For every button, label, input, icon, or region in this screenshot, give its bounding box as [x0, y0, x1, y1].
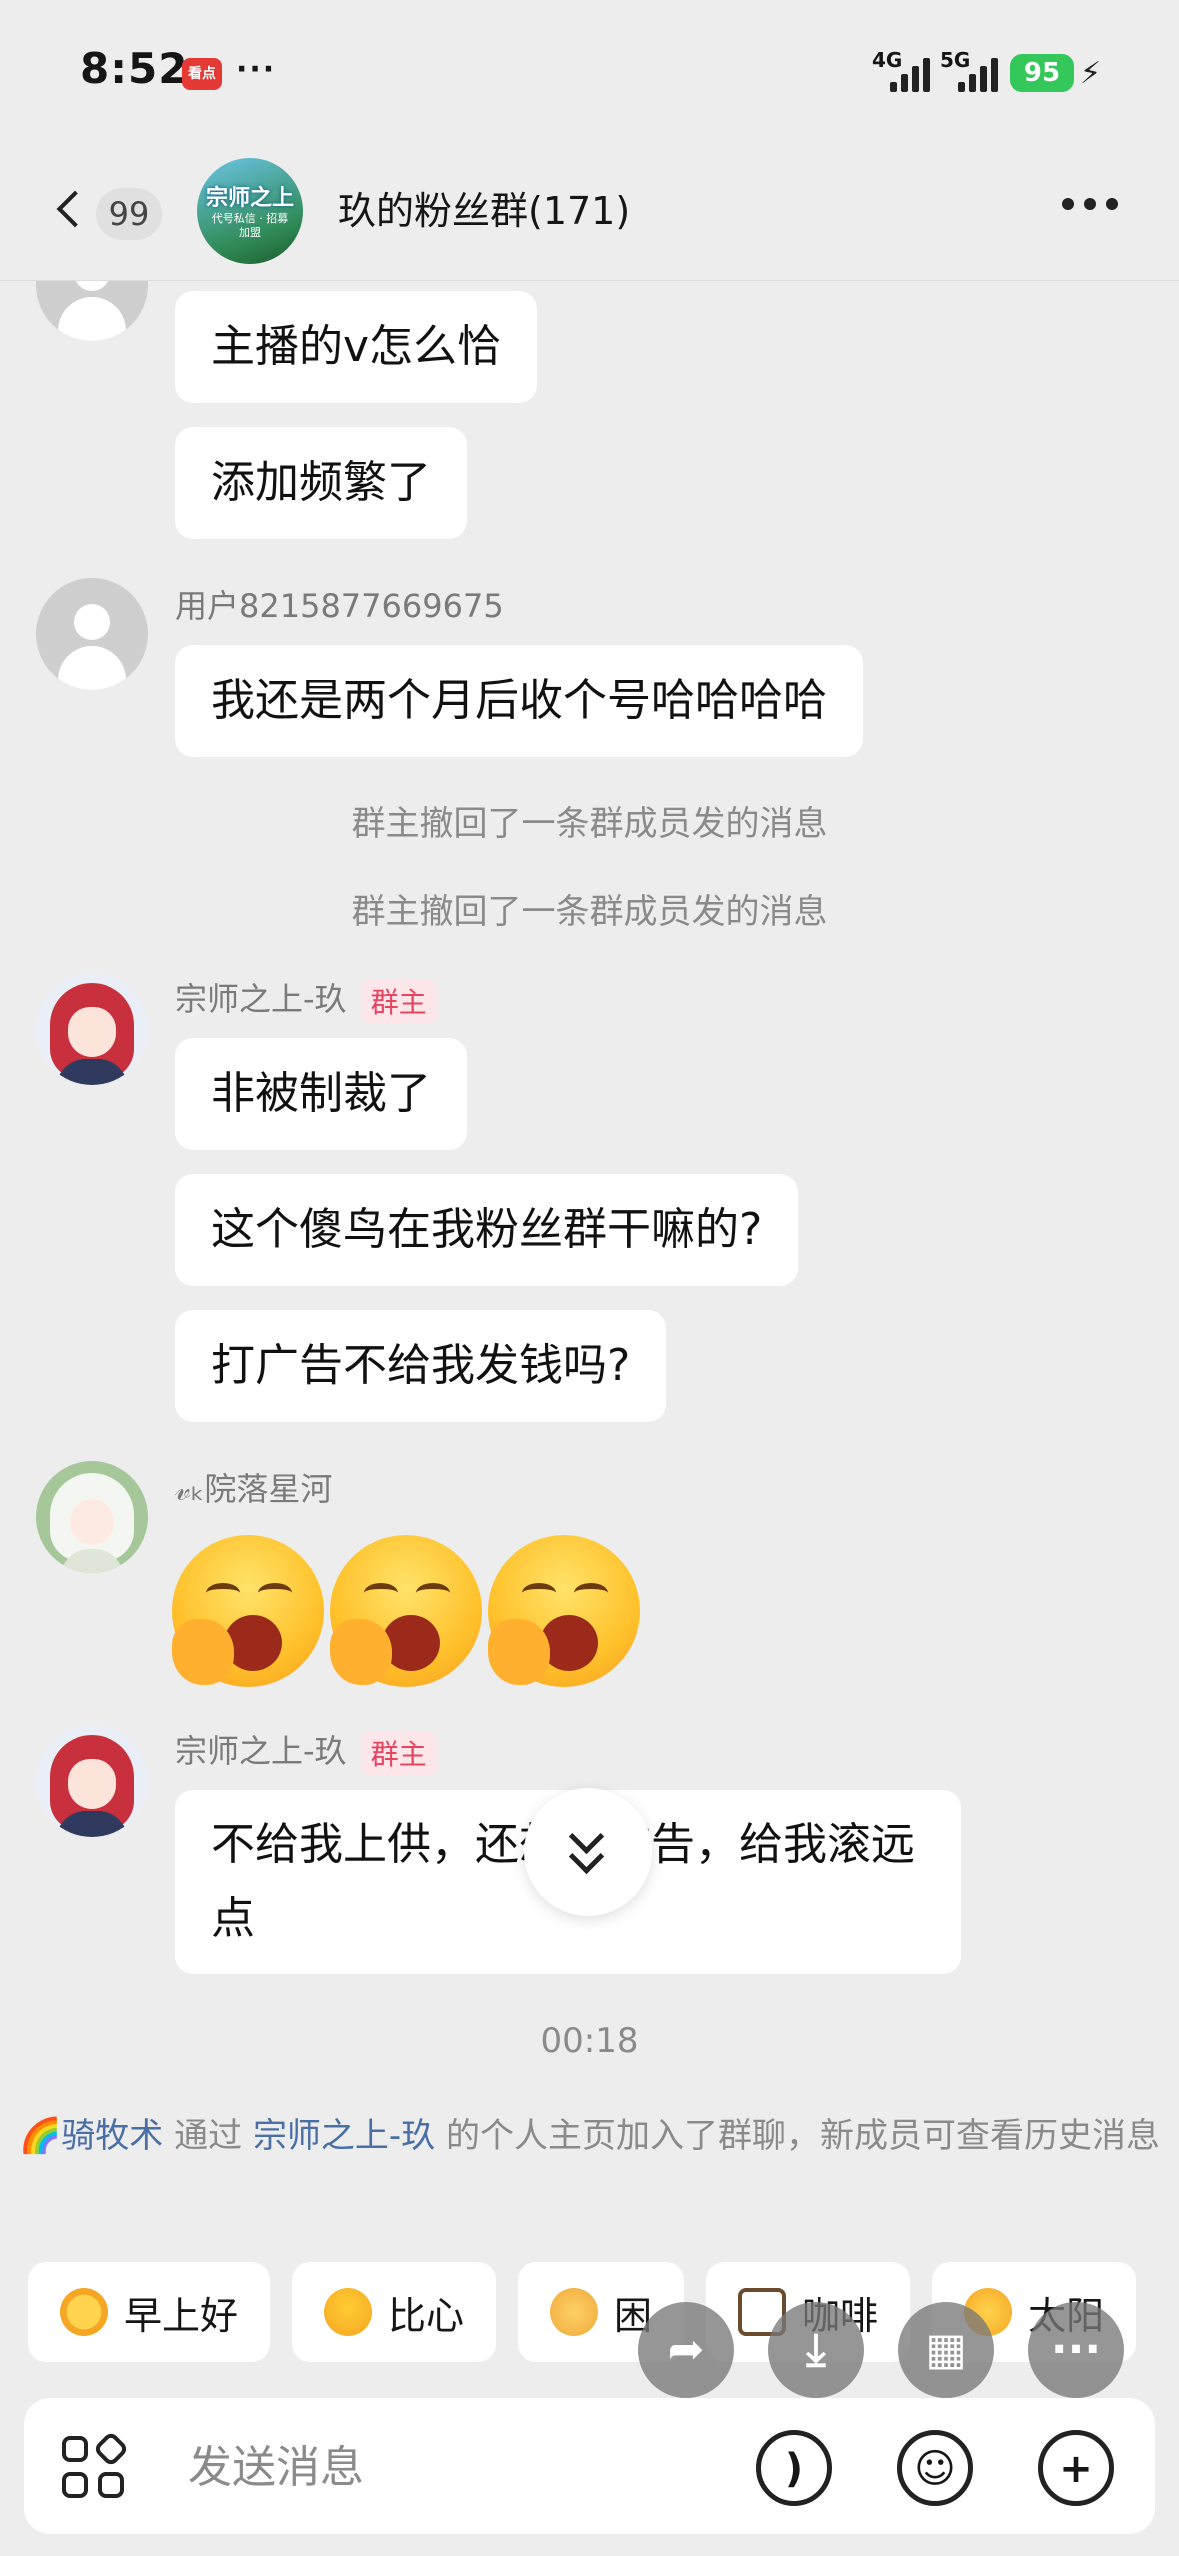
download-icon: ⤓ — [806, 2324, 826, 2375]
group-title[interactable]: 玖的粉丝群(171) — [338, 180, 630, 235]
more-options-button[interactable] — [1062, 198, 1118, 210]
more-button[interactable]: ··· — [1028, 2302, 1124, 2398]
system-message: 群主撤回了一条群成员发的消息 — [351, 892, 828, 932]
quick-reply-chip[interactable]: 早上好 — [28, 2262, 271, 2362]
message-bubble[interactable]: 非被制裁了 — [175, 1038, 467, 1150]
sender-name: 宗师之上-玖 群主 — [175, 974, 437, 1023]
message-bubble[interactable]: 主播的v怎么恰 — [175, 291, 538, 403]
duck-emoji-icon — [324, 2288, 373, 2336]
emoji-message[interactable] — [172, 1535, 640, 1687]
message-bubble[interactable]: 我还是两个月后收个号哈哈哈哈 — [175, 645, 863, 757]
back-button[interactable]: 99 — [56, 182, 166, 248]
status-bar: 8:52 看点 ··· 4G 5G 95 ⚡ — [80, 44, 1102, 93]
emoji-button[interactable]: ☺ — [897, 2430, 973, 2506]
yawn-emoji-icon — [172, 1535, 324, 1687]
quick-reply-chip[interactable]: 比心 — [292, 2262, 497, 2362]
owner-badge: 群主 — [360, 1731, 437, 1775]
join-host-link[interactable]: 宗师之上-玖 — [253, 2116, 435, 2156]
floating-actions: ➦ ⤓ ▦ ··· — [638, 2302, 1124, 2398]
add-button[interactable]: + — [1038, 2430, 1114, 2506]
grid-icon: ▦ — [925, 2324, 967, 2375]
plus-icon: + — [1059, 2446, 1093, 2492]
owner-avatar[interactable] — [36, 973, 148, 1085]
download-button[interactable]: ⤓ — [768, 2302, 864, 2398]
owner-avatar[interactable] — [36, 1725, 148, 1837]
message-bubble[interactable]: 这个傻鸟在我粉丝群干嘛的? — [175, 1174, 799, 1286]
share-icon: ➦ — [667, 2324, 705, 2375]
message-input-bar: ) ☺ + — [24, 2398, 1155, 2534]
join-user-link[interactable]: 🌈骑牧术 — [19, 2116, 163, 2156]
sun-emoji-icon — [60, 2288, 108, 2336]
message-bubble[interactable]: 添加频繁了 — [175, 427, 467, 539]
timestamp: 00:18 — [540, 2021, 639, 2061]
message-input[interactable] — [186, 2434, 710, 2500]
app-badge-icon: 看点 — [182, 58, 222, 90]
voice-icon: ) — [784, 2446, 804, 2492]
yawn-emoji-icon — [330, 1535, 482, 1687]
apps-icon[interactable] — [62, 2430, 130, 2504]
chat-list[interactable]: 主播的v怎么恰 添加频繁了 用户8215877669675 我还是两个月后收个号… — [0, 281, 1179, 2241]
emoji-icon: ☺ — [914, 2446, 956, 2492]
system-message: 群主撤回了一条群成员发的消息 — [351, 804, 828, 844]
owner-badge: 群主 — [360, 979, 437, 1023]
battery-icon: 95 — [1010, 54, 1074, 92]
share-button[interactable]: ➦ — [638, 2302, 734, 2398]
group-avatar[interactable]: 宗师之上 代号私信 · 招募加盟 — [197, 158, 303, 264]
sender-name: 用户8215877669675 — [175, 587, 504, 625]
charging-bolt-icon: ⚡ — [1080, 56, 1102, 91]
voice-button[interactable]: ) — [756, 2430, 832, 2506]
chat-header: 99 宗师之上 代号私信 · 招募加盟 玖的粉丝群(171) — [0, 150, 1179, 281]
join-notice: 🌈骑牧术 通过 宗师之上-玖 的个人主页加入了群聊，新成员可查看历史消息 — [18, 2116, 1161, 2156]
chevron-down-icon — [568, 1838, 605, 1875]
scroll-to-bottom-button[interactable] — [524, 1788, 652, 1916]
sender-name: 宗师之上-玖 群主 — [175, 1726, 437, 1775]
user-avatar[interactable] — [36, 1461, 148, 1573]
user-avatar[interactable] — [36, 578, 148, 690]
status-more-dots: ··· — [236, 52, 277, 87]
chevron-left-icon — [56, 190, 94, 228]
message-bubble[interactable]: 打广告不给我发钱吗? — [175, 1310, 667, 1422]
more-icon: ··· — [1050, 2324, 1102, 2375]
grid-button[interactable]: ▦ — [898, 2302, 994, 2398]
yawn-emoji-icon — [488, 1535, 640, 1687]
user-avatar[interactable] — [36, 281, 148, 341]
status-time: 8:52 — [80, 44, 189, 93]
sender-name: 𝓋ₖ院落星河 — [175, 1470, 333, 1508]
unread-count-badge: 99 — [96, 188, 162, 240]
sleepy-emoji-icon — [550, 2288, 599, 2336]
